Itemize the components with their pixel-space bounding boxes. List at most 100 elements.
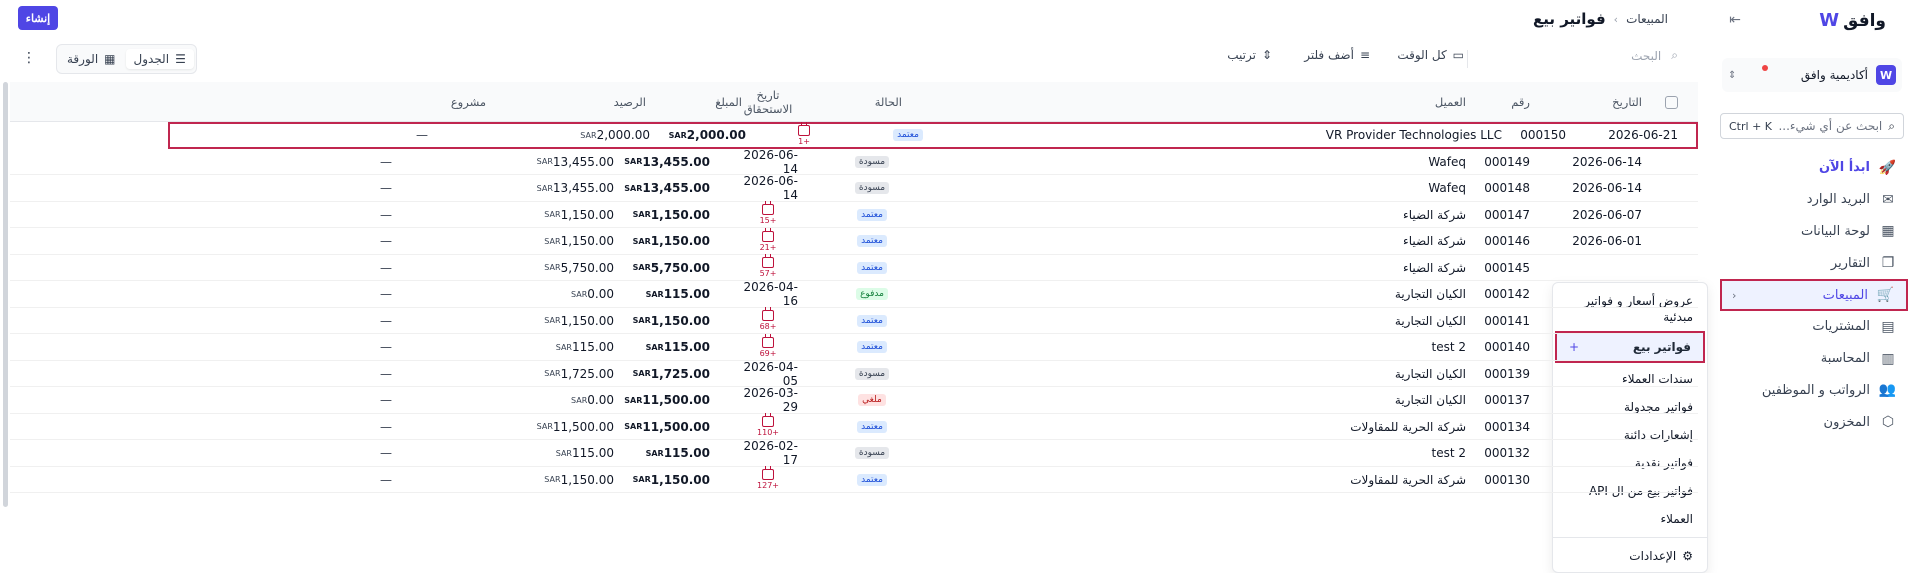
cell-due-date: +110 [738,413,798,440]
table-search-placeholder: البحث [1631,48,1662,63]
overdue-days: +69 [759,348,777,358]
currency-label: SAR [645,448,664,458]
status-badge: معتمد [857,261,887,274]
table-row[interactable]: 000140 test 2 معتمد +69 115.00 SAR 115.00 SAR — [10,333,1698,361]
cell-number: 000141 [1484,313,1530,328]
cell-project: — [380,260,392,275]
amount-value: 1,150.00 [650,472,710,487]
table-row[interactable]: 000137 الكيان التجارية ملغي 2026-03-29 11,50… [10,386,1698,414]
select-all-checkbox[interactable] [1665,82,1678,122]
table-search-input[interactable]: ⌕ البحث [1631,48,1678,63]
more-options-icon[interactable]: ⋮ [22,50,36,66]
table-row[interactable]: 000132 test 2 مسودة 2026-02-17 115.00 SAR 115.… [10,439,1698,467]
status-badge: ملغي [858,394,886,406]
amount-value: 1,150.00 [650,234,710,248]
col-status[interactable]: الحالة [875,82,902,122]
cell-customer: شركة الحرية للمقاولات [1350,419,1466,434]
cell-balance: 115.00 SAR [554,334,614,360]
col-project[interactable]: مشروع [451,82,486,122]
collapse-sidebar-icon[interactable]: ⇤ [1726,12,1744,30]
create-button[interactable]: إنشاء [18,6,58,30]
cell-number: 000145 [1484,260,1530,275]
cell-status: معتمد [842,414,902,440]
currency-label: SAR [544,263,561,272]
cell-project: — [380,313,392,328]
table-row[interactable]: 000130 شركة الحرية للمقاولات معتمد +127 1,15… [10,466,1698,493]
table-row[interactable]: 000145 شركة الضياء معتمد +57 5,750.00 SAR 5,75… [10,254,1698,281]
cell-project: — [380,207,392,222]
sidebar-item-payroll[interactable]: 👥 الرواتب و الموظفين [1716,375,1908,407]
sidebar-item-inbox[interactable]: ✉ البريد الوارد [1716,184,1908,216]
amount-value: 115.00 [663,287,710,301]
sidebar-item-reports[interactable]: ❐ التقارير [1716,247,1908,279]
table-row[interactable]: 2026-06-07 000147 شركة الضياء معتمد +15 1,150… [10,201,1698,228]
notification-icon[interactable] [1744,65,1769,82]
receipt-icon: ▤ [1881,318,1895,335]
scrollbar[interactable] [3,82,8,507]
sidebar-item-label: التقارير [1830,255,1870,271]
breadcrumb-sales[interactable]: المبيعات [1626,12,1668,26]
cell-project: — [380,287,392,301]
sort-button[interactable]: ⇕ ترتيب [1227,48,1272,62]
sidebar-item-inventory[interactable]: ⬡ المخزون [1716,406,1908,438]
currency-label: SAR [571,395,588,405]
status-badge: مدفوع [856,288,888,300]
balance-value: 1,150.00 [560,472,614,487]
cell-customer: شركة الضياء [1403,234,1466,248]
cell-customer: الكيان التجارية [1394,366,1466,381]
cell-project: — [380,181,392,195]
org-switcher[interactable]: W أكاديمية وافق ⇕ [1722,58,1902,92]
brand-logo[interactable]: وافق W [1819,10,1886,31]
cell-customer: الكيان التجارية [1394,287,1466,301]
due-date-text: 2026-04-16 [743,280,798,308]
table-row[interactable]: 2026-06-14 000149 Wafeq مسودة 2026-06-14 13,4… [10,148,1698,176]
table-row[interactable]: 000142 الكيان التجارية مدفوع 2026-04-16 115.… [10,280,1698,308]
sidebar-item-dashboard[interactable]: ▦ لوحة البيانات [1716,216,1908,248]
table-row[interactable]: 2026-06-01 000146 شركة الضياء معتمد +21 1,150… [10,227,1698,255]
col-balance[interactable]: الرصيد [614,82,646,122]
currency-label: SAR [555,448,572,458]
overdue-calendar-icon: +110 [757,413,779,437]
breadcrumb-separator: › [1613,12,1619,26]
col-date[interactable]: التاريخ [1612,82,1642,122]
due-date-text: 2026-02-17 [743,439,798,467]
sidebar-item-sales[interactable]: 🛒 المبيعات ‹ [1720,279,1908,311]
status-badge: مسودة [854,155,890,168]
sidebar-item-purchases[interactable]: ▤ المشتريات [1716,311,1908,343]
cell-status: معتمد [878,122,938,148]
table-row[interactable]: 2026-06-14 000148 Wafeq مسودة 2026-06-14 13,4… [10,174,1698,202]
cell-customer: test 2 [1431,340,1467,354]
sidebar-item-label: المشتريات [1812,319,1870,335]
cell-balance: 1,150.00 SAR [542,467,614,493]
sidebar-item-accounting[interactable]: ▥ المحاسبة [1716,343,1908,375]
table-row[interactable]: 000134 شركة الحرية للمقاولات معتمد +110 11,5… [10,413,1698,440]
col-due-date[interactable]: تاريخ الاستحقاق [738,82,798,122]
table-row[interactable]: 000139 الكيان التجارية مسودة 2026-04-05 1,72… [10,360,1698,388]
view-table-tab[interactable]: ☰ الجدول [125,49,194,69]
ledger-icon: ▥ [1881,350,1895,367]
balance-value: 13,455.00 [552,181,614,195]
col-number[interactable]: رقم [1511,82,1530,122]
cell-status: معتمد [842,467,902,493]
overdue-days: +15 [759,216,777,225]
col-amount[interactable]: المبلغ [715,82,742,122]
cell-project: — [416,128,428,142]
table-row[interactable]: 000141 الكيان التجارية معتمد +68 1,150.00 SAR… [10,307,1698,334]
cell-balance: 5,750.00 SAR [542,255,614,281]
balance-value: 2,000.00 [596,128,650,142]
cell-amount: 115.00 SAR [644,281,710,307]
col-customer[interactable]: العميل [1435,82,1466,122]
table-row[interactable]: 2026-06-21 000150 VR Provider Technologies… [168,121,1698,149]
filter-icon: ≡ [1359,48,1370,62]
view-sheet-tab[interactable]: ▦ الورقة [59,49,124,69]
cell-amount: 5,750.00 SAR [631,255,710,281]
box-icon: ⬡ [1881,414,1895,431]
add-filter-button[interactable]: ≡ أضف فلتر [1304,48,1370,62]
global-search-input[interactable]: ⌕ ابحث عن أي شيء... Ctrl + K [1720,113,1904,139]
cell-project: — [380,393,392,407]
sidebar-item-get-started[interactable]: 🚀 ابدأ الآن [1716,152,1908,184]
cell-amount: 1,150.00 SAR [631,202,710,228]
currency-label: SAR [645,289,664,299]
sidebar-item-label: لوحة البيانات [1800,223,1870,239]
date-range-button[interactable]: ▭ كل الوقت [1397,48,1464,62]
